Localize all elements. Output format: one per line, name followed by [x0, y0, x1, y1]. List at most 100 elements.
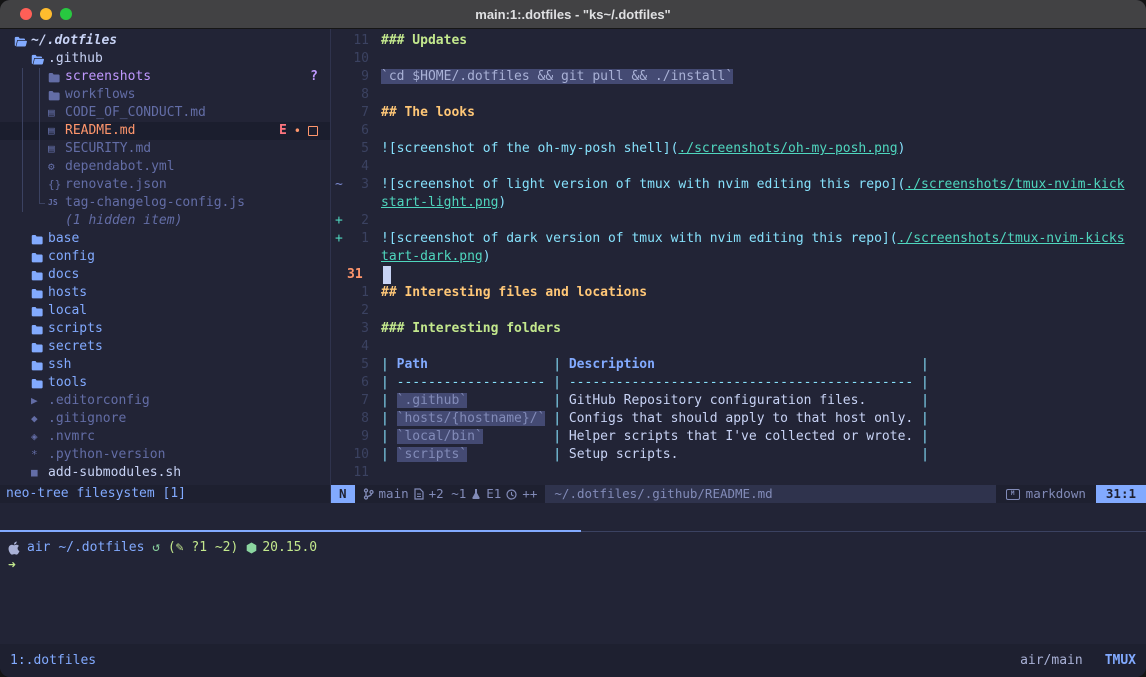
tree-item-renovate.json[interactable]: {}renovate.json [0, 176, 330, 194]
token-pipe: | [381, 411, 397, 426]
git-status-group: main +2 ~1 E1 ++ [355, 485, 546, 503]
prompt-host: air [27, 539, 50, 557]
token-pipe: | ------------------- | ----------------… [381, 375, 929, 390]
line-number: 3 [345, 320, 369, 338]
token-link: tart-dark.png [381, 249, 483, 264]
md-icon: ▤ [48, 122, 65, 140]
tree-item--1-hidden-item-[interactable]: (1 hidden item) [0, 212, 330, 230]
tree-item-scripts[interactable]: scripts [0, 320, 330, 338]
tree-item-.nvmrc[interactable]: ◈.nvmrc [0, 428, 330, 446]
line-number: 10 [345, 446, 369, 464]
tree-item-label: docs [48, 266, 79, 284]
tree-item-.github[interactable]: .github [0, 50, 330, 68]
editor-buffer[interactable]: 11### Updates 10 9`cd $HOME/.dotfiles &&… [331, 29, 1146, 485]
tree-item-readme.md[interactable]: ▤README.mdE• [0, 122, 330, 140]
editor-line[interactable]: +2 [331, 212, 1146, 230]
editor-line[interactable]: 11 [331, 464, 1146, 482]
minimize-button[interactable] [40, 8, 52, 20]
tmux-status-bar: 1:.dotfiles air/main TMUX [0, 644, 1146, 677]
tree-item-base[interactable]: base [0, 230, 330, 248]
tree-item-.editorconfig[interactable]: ▶.editorconfig [0, 392, 330, 410]
git-branch-icon [363, 488, 374, 500]
tree-item-screenshots[interactable]: screenshots? [0, 68, 330, 86]
shell-pane[interactable]: air ~/.dotfiles ↺ (✎ ?1 ~2) 20.15.0 ➜ [0, 532, 1146, 644]
tree-item-tools[interactable]: tools [0, 374, 330, 392]
token-alt: ![screenshot of light version of tmux wi… [381, 177, 905, 192]
file-path: ~/.dotfiles/.github/README.md [545, 485, 995, 503]
token-body: Configs that should apply to that host o… [569, 411, 913, 426]
tree-item-docs[interactable]: docs [0, 266, 330, 284]
line-number: 9 [345, 428, 369, 446]
line-text: | ------------------- | ----------------… [369, 374, 929, 392]
tmux-window-tab[interactable]: 1:.dotfiles [10, 653, 96, 668]
editor-line[interactable]: 3### Interesting folders [331, 320, 1146, 338]
traffic-lights [20, 8, 72, 20]
editor-line[interactable]: start-light.png) [331, 194, 1146, 212]
editor-line[interactable]: 6 [331, 122, 1146, 140]
editor-line[interactable]: +1![screenshot of dark version of tmux w… [331, 230, 1146, 248]
editor-line[interactable]: 5![screenshot of the oh-my-posh shell](.… [331, 140, 1146, 158]
token-code: `cd $HOME/.dotfiles && git pull && ./ins… [381, 69, 733, 84]
editor-line[interactable]: 4 [331, 158, 1146, 176]
token-h2: ## The looks [381, 105, 475, 120]
terminal-window: main:1:.dotfiles - "ks~/.dotfiles" ~/.do… [0, 0, 1146, 677]
editor-line[interactable]: 6| ------------------- | ---------------… [331, 374, 1146, 392]
folder-icon [31, 306, 48, 317]
editor-line[interactable]: 7## The looks [331, 104, 1146, 122]
token-body: GitHub Repository configuration files. [569, 393, 913, 408]
editor-line[interactable]: 7| `.github` | GitHub Repository configu… [331, 392, 1146, 410]
update-count: ++ [522, 485, 537, 503]
editor-line[interactable]: 9| `local/bin` | Helper scripts that I'v… [331, 428, 1146, 446]
editor-line[interactable]: 4 [331, 338, 1146, 356]
gear-icon: ⚙ [48, 158, 65, 176]
editor-line[interactable]: 10 [331, 50, 1146, 68]
braces-icon: {} [48, 176, 65, 194]
tree-item-local[interactable]: local [0, 302, 330, 320]
tree-item-dependabot.yml[interactable]: ⚙dependabot.yml [0, 158, 330, 176]
gutter-sign-empty [331, 428, 345, 446]
tree-item-label: ~/.dotfiles [31, 32, 117, 50]
md-icon: ▤ [48, 140, 65, 158]
tree-item-code-of-conduct.md[interactable]: ▤CODE_OF_CONDUCT.md [0, 104, 330, 122]
editor-line[interactable]: ~3![screenshot of light version of tmux … [331, 176, 1146, 194]
line-text: | `scripts` | Setup scripts. | [369, 446, 929, 464]
close-button[interactable] [20, 8, 32, 20]
editor-line[interactable]: 1## Interesting files and locations [331, 284, 1146, 302]
token-pipe: | [545, 357, 568, 372]
editor-line[interactable]: 9`cd $HOME/.dotfiles && git pull && ./in… [331, 68, 1146, 86]
editor-line[interactable]: tart-dark.png) [331, 248, 1146, 266]
tree-item-label: workflows [65, 86, 135, 104]
editor-line[interactable]: 11### Updates [331, 32, 1146, 50]
editor-line[interactable]: 8| `hosts/{hostname}/` | Configs that sh… [331, 410, 1146, 428]
tree-item-label: scripts [48, 320, 103, 338]
tree-item-add-submodules.sh[interactable]: ■add-submodules.sh [0, 464, 330, 482]
tree-item-ssh[interactable]: ssh [0, 356, 330, 374]
editor-line[interactable]: 31 [331, 266, 1146, 284]
tree-item-security.md[interactable]: ▤SECURITY.md [0, 140, 330, 158]
gutter-sign-empty [331, 122, 345, 140]
token-th: Path [397, 357, 428, 372]
tree-item-secrets[interactable]: secrets [0, 338, 330, 356]
prompt-input-line[interactable]: ➜ [8, 557, 1138, 575]
unstaged-square-icon [308, 126, 318, 136]
tree-item-label: tag-changelog-config.js [65, 194, 245, 212]
gutter-sign-empty [331, 302, 345, 320]
editor-line[interactable]: 8 [331, 86, 1146, 104]
editor-line[interactable]: 5| Path | Description | [331, 356, 1146, 374]
zoom-button[interactable] [60, 8, 72, 20]
folder-icon [31, 360, 48, 371]
tree-item-.gitignore[interactable]: ◆.gitignore [0, 410, 330, 428]
line-number: 1 [345, 284, 369, 302]
token-link: ./screenshots/tmux-nvim-kicks [898, 231, 1125, 246]
tree-item-.python-version[interactable]: *.python-version [0, 446, 330, 464]
tree-item-config[interactable]: config [0, 248, 330, 266]
token-alt: ) [498, 195, 506, 210]
tree-item-workflows[interactable]: workflows [0, 86, 330, 104]
editor-line[interactable]: 10| `scripts` | Setup scripts. | [331, 446, 1146, 464]
tree-item--.dotfiles[interactable]: ~/.dotfiles [0, 32, 330, 50]
editor-line[interactable]: 2 [331, 302, 1146, 320]
tree-item-hosts[interactable]: hosts [0, 284, 330, 302]
tree-item-tag-changelog-config.js[interactable]: JStag-changelog-config.js [0, 194, 330, 212]
line-text: ### Interesting folders [369, 320, 561, 338]
diagnostic-count: E1 [486, 485, 501, 503]
